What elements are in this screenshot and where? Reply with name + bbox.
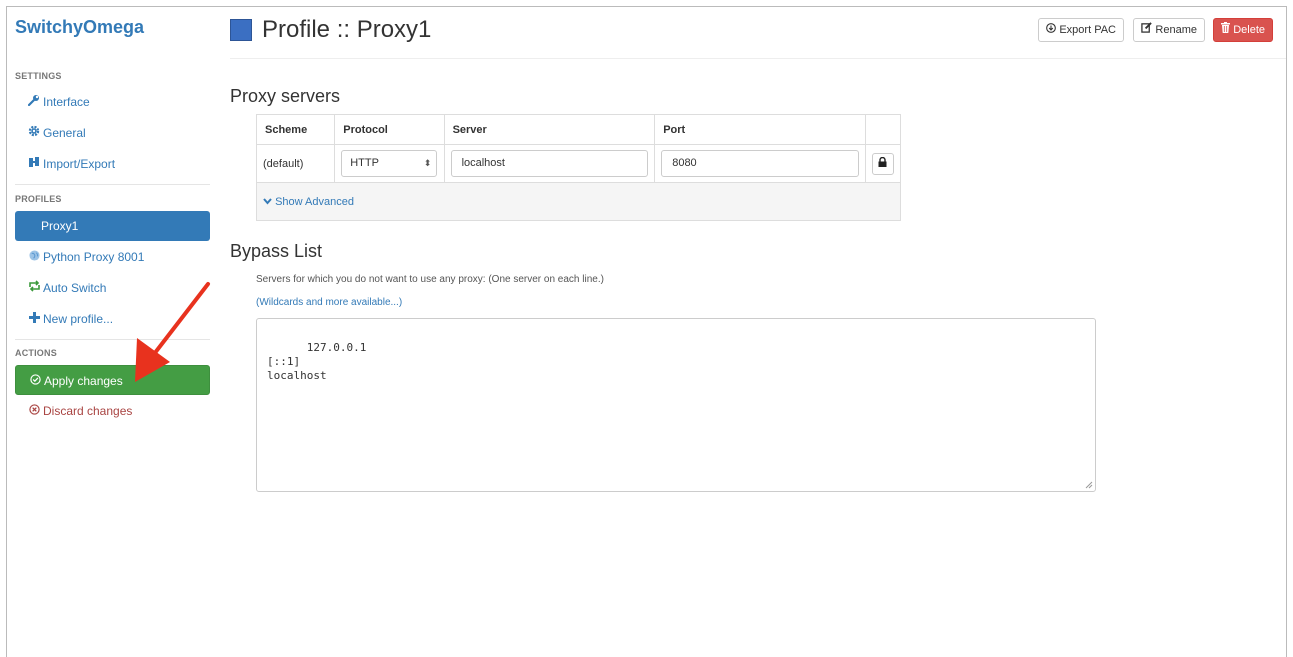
- plus-icon: [27, 304, 41, 334]
- sidebar-item-proxy1[interactable]: Proxy1: [15, 211, 210, 241]
- page-title: Profile :: Proxy1: [262, 16, 432, 43]
- sidebar-item-label: General: [43, 126, 86, 140]
- sidebar: SwitchyOmega SETTINGS Interface General …: [7, 7, 217, 657]
- bypass-list-content: 127.0.0.1 [::1] localhost: [267, 341, 367, 382]
- sidebar-item-interface[interactable]: Interface: [15, 87, 210, 117]
- sidebar-item-general[interactable]: General: [15, 118, 210, 148]
- apply-changes-label: Apply changes: [44, 374, 123, 388]
- proxy-servers-heading: Proxy servers: [230, 86, 341, 106]
- chevron-down-icon: [263, 196, 272, 208]
- delete-label: Delete: [1233, 24, 1265, 36]
- lock-cell: [864, 144, 902, 183]
- export-pac-button[interactable]: Export PAC: [1038, 18, 1124, 42]
- rename-button[interactable]: Rename: [1133, 18, 1205, 42]
- actions-header: ACTIONS: [15, 348, 57, 358]
- sidebar-item-python-proxy-8001[interactable]: Python Proxy 8001: [15, 242, 210, 272]
- sidebar-item-label: Proxy1: [41, 219, 79, 233]
- show-advanced-row: Show Advanced: [256, 182, 901, 221]
- wrench-icon: [27, 87, 41, 117]
- column-header-protocol: Protocol: [334, 114, 445, 145]
- scheme-cell: (default): [255, 144, 336, 183]
- edit-icon: [1141, 22, 1153, 36]
- check-circle-icon: [28, 366, 42, 396]
- port-input[interactable]: 8080: [661, 150, 859, 177]
- download-circle-icon: [1046, 23, 1057, 36]
- lock-icon: [878, 156, 887, 170]
- settings-header: SETTINGS: [15, 71, 62, 81]
- import-export-icon: [27, 149, 41, 179]
- column-header-scheme: Scheme: [255, 114, 336, 145]
- sidebar-item-new-profile[interactable]: New profile...: [15, 304, 210, 334]
- resize-grip-icon[interactable]: [1085, 481, 1093, 489]
- page-header: Profile :: Proxy1 Export PAC Rename Dele…: [230, 7, 1286, 59]
- discard-changes-label: Discard changes: [43, 404, 133, 418]
- apply-changes-button[interactable]: Apply changes: [15, 365, 210, 395]
- bypass-help-text: Servers for which you do not want to use…: [256, 274, 604, 285]
- profiles-header: PROFILES: [15, 194, 62, 204]
- sidebar-item-auto-switch[interactable]: Auto Switch: [15, 273, 210, 303]
- show-advanced-toggle[interactable]: Show Advanced: [256, 182, 901, 221]
- table-header-row: Scheme Protocol Server Port: [255, 114, 902, 145]
- server-input[interactable]: localhost: [450, 150, 649, 177]
- column-header-server: Server: [443, 114, 656, 145]
- profile-color-swatch[interactable]: [230, 19, 252, 41]
- bypass-list-textarea[interactable]: 127.0.0.1 [::1] localhost: [256, 318, 1096, 492]
- x-circle-icon: [27, 396, 41, 426]
- column-header-actions: [864, 114, 902, 145]
- sidebar-item-label: Import/Export: [43, 157, 116, 171]
- main-content: Proxy servers Scheme Protocol Server Por…: [230, 59, 1286, 657]
- trash-icon: [1221, 22, 1231, 36]
- discard-changes-button[interactable]: Discard changes: [15, 396, 210, 426]
- column-header-port: Port: [654, 114, 866, 145]
- proxy-servers-table: Scheme Protocol Server Port (default) HT…: [255, 114, 902, 221]
- table-row: (default) HTTP ⬍ localhost 8080: [255, 144, 902, 183]
- protocol-select-value: HTTP: [350, 157, 379, 169]
- divider: [15, 184, 210, 185]
- app-window: SwitchyOmega SETTINGS Interface General …: [6, 6, 1287, 657]
- select-arrows-icon: ⬍: [423, 158, 432, 168]
- show-advanced-label: Show Advanced: [275, 195, 354, 208]
- sidebar-item-import-export[interactable]: Import/Export: [15, 149, 210, 179]
- delete-button[interactable]: Delete: [1213, 18, 1273, 42]
- rename-label: Rename: [1155, 24, 1197, 36]
- brand-logo[interactable]: SwitchyOmega: [15, 17, 144, 38]
- divider: [15, 339, 210, 340]
- sidebar-item-label: Python Proxy 8001: [43, 250, 145, 264]
- sidebar-item-label: Auto Switch: [43, 281, 107, 295]
- port-cell: 8080: [654, 144, 866, 183]
- server-cell: localhost: [443, 144, 656, 183]
- gear-icon: [27, 118, 41, 148]
- sidebar-item-label: Interface: [43, 95, 90, 109]
- sidebar-item-label: New profile...: [43, 312, 114, 326]
- wildcards-link[interactable]: (Wildcards and more available...): [256, 297, 402, 308]
- globe-icon: [27, 242, 41, 272]
- bypass-list-heading: Bypass List: [230, 241, 323, 261]
- auth-lock-button[interactable]: [871, 152, 894, 175]
- export-pac-label: Export PAC: [1059, 24, 1116, 36]
- switch-arrows-icon: [27, 273, 41, 303]
- protocol-select[interactable]: HTTP ⬍: [341, 150, 438, 177]
- protocol-cell: HTTP ⬍: [334, 144, 445, 183]
